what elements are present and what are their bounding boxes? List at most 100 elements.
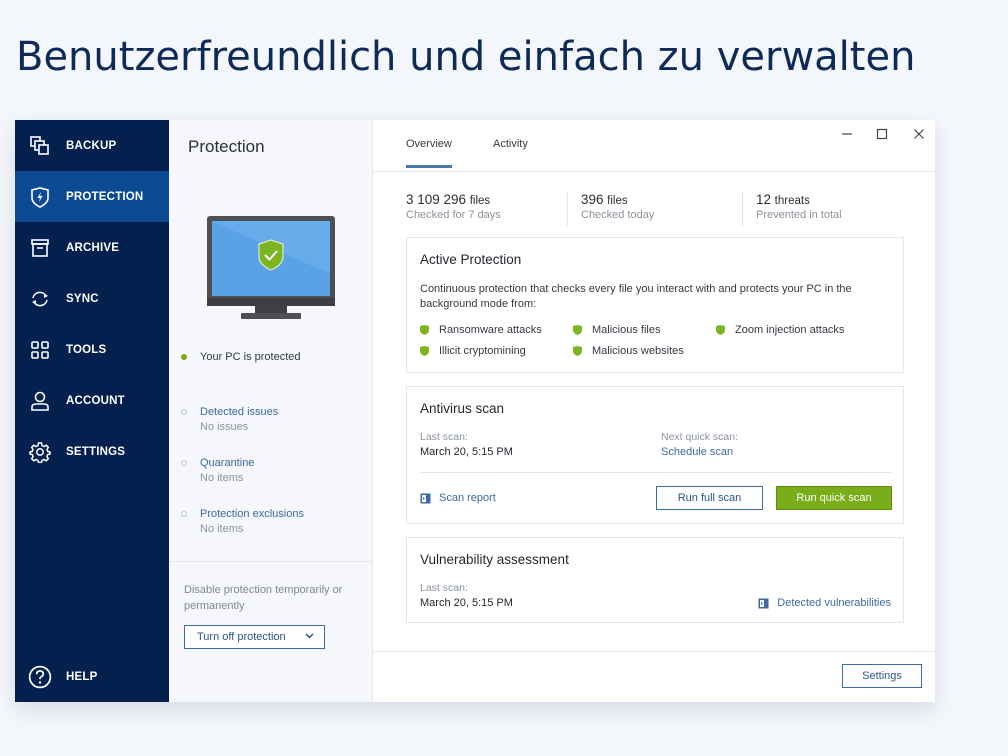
feature-label: Malicious files [592, 324, 661, 336]
report-icon [420, 493, 431, 503]
status-dot-icon [181, 354, 187, 360]
feature-item: Malicious files [573, 324, 660, 336]
sidebar-item-label: PROTECTION [66, 190, 144, 203]
exclusions-status: No items [200, 523, 244, 535]
shield-icon [716, 325, 725, 335]
feature-item: Zoom injection attacks [716, 324, 844, 336]
sidebar-item-label: SYNC [66, 292, 99, 305]
tab-activity[interactable]: Activity [493, 138, 528, 150]
stat-threats: 12 threats Prevented in total [756, 192, 842, 226]
card-title: Vulnerability assessment [420, 552, 569, 567]
overview-panel: Overview Activity 3 109 296 files Checke… [373, 120, 935, 702]
sidebar-item-account[interactable]: ACCOUNT [15, 375, 169, 426]
sidebar-item-tools[interactable]: TOOLS [15, 324, 169, 375]
turn-off-protection-dropdown[interactable]: Turn off protection [184, 625, 325, 649]
sidebar-item-archive[interactable]: ARCHIVE [15, 222, 169, 273]
exclusions-item: Protection exclusions No items [181, 508, 304, 535]
stat-value: 396 [581, 192, 604, 207]
close-icon [914, 129, 924, 139]
chevron-down-icon [305, 633, 314, 639]
card-title: Active Protection [420, 252, 522, 267]
sidebar-item-label: SETTINGS [66, 445, 126, 458]
grid-tools-icon [31, 340, 49, 359]
protection-exclusions-link[interactable]: Protection exclusions [200, 508, 304, 520]
last-scan-info: Last scan: March 20, 5:15 PM [420, 431, 513, 458]
shield-bolt-icon [31, 186, 49, 208]
disable-description: Disable protection temporarily or perman… [184, 584, 343, 612]
stats-row: 3 109 296 files Checked for 7 days 396 f… [406, 192, 906, 226]
detected-vulnerabilities-link[interactable]: Detected vulnerabilities [758, 597, 891, 609]
last-scan-label: Last scan: [420, 431, 468, 443]
stat-divider [567, 192, 568, 226]
antivirus-scan-card: Antivirus scan Last scan: March 20, 5:15… [406, 386, 904, 524]
stat-value: 3 109 296 [406, 192, 467, 207]
shield-icon [573, 325, 582, 335]
turn-off-label: Turn off protection [197, 631, 286, 643]
next-scan-info: Next quick scan: Schedule scan [661, 431, 738, 458]
feature-item: Ransomware attacks [420, 324, 542, 336]
gear-icon [29, 441, 51, 463]
last-scan-label: Last scan: [420, 582, 468, 594]
sidebar-item-label: ACCOUNT [66, 394, 125, 407]
scan-report-link[interactable]: Scan report [420, 492, 496, 504]
vulnerability-assessment-card: Vulnerability assessment Last scan: Marc… [406, 537, 904, 623]
monitor-shield-illustration [207, 216, 335, 319]
divider [420, 472, 892, 473]
minimize-button[interactable] [837, 124, 857, 144]
sidebar-item-label: ARCHIVE [66, 241, 120, 254]
backup-copy-icon [30, 135, 49, 155]
stat-unit: files [469, 195, 491, 207]
card-description: Continuous protection that checks every … [420, 283, 852, 310]
maximize-button[interactable] [872, 124, 892, 144]
tab-overview[interactable]: Overview [406, 138, 452, 168]
sidebar-item-settings[interactable]: SETTINGS [15, 426, 169, 477]
detected-issues-link[interactable]: Detected issues [200, 406, 278, 418]
shield-icon [573, 346, 582, 356]
sync-arrows-icon [32, 291, 48, 306]
sidebar-item-sync[interactable]: SYNC [15, 273, 169, 324]
feature-label: Ransomware attacks [439, 324, 542, 336]
bullet-circle-icon [181, 409, 187, 415]
quarantine-item: Quarantine No items [181, 457, 254, 484]
schedule-scan-link[interactable]: Schedule scan [661, 446, 738, 458]
maximize-icon [876, 128, 888, 140]
sidebar: BACKUP PROTECTION ARCHIVE SYNC TOOLS ACC… [15, 120, 169, 702]
bullet-circle-icon [181, 511, 187, 517]
shield-icon [420, 346, 429, 356]
detected-issues-item: Detected issues No issues [181, 406, 278, 433]
app-window: BACKUP PROTECTION ARCHIVE SYNC TOOLS ACC… [15, 120, 935, 702]
close-button[interactable] [909, 124, 929, 144]
protection-status: Your PC is protected [181, 351, 300, 363]
settings-button[interactable]: Settings [842, 664, 922, 688]
quarantine-link[interactable]: Quarantine [200, 457, 254, 469]
divider [169, 561, 372, 562]
card-title: Antivirus scan [420, 401, 505, 416]
page-headline: Benutzerfreundlich und einfach zu verwal… [16, 34, 916, 80]
stat-files-week: 3 109 296 files Checked for 7 days [406, 192, 501, 226]
protection-panel: Protection Your PC is protected Detected… [169, 120, 373, 702]
sidebar-item-backup[interactable]: BACKUP [15, 120, 169, 171]
stat-caption: Prevented in total [756, 209, 842, 221]
question-circle-icon [28, 665, 52, 688]
active-protection-card: Active Protection Continuous protection … [406, 237, 904, 373]
stat-caption: Checked for 7 days [406, 209, 501, 221]
feature-label: Illicit cryptomining [439, 345, 526, 357]
stat-caption: Checked today [581, 209, 655, 221]
shield-icon [420, 325, 429, 335]
sidebar-item-label: TOOLS [66, 343, 107, 356]
feature-item: Illicit cryptomining [420, 345, 526, 357]
scan-report-label: Scan report [439, 492, 496, 504]
sidebar-item-help[interactable]: HELP [15, 651, 169, 702]
sidebar-item-protection[interactable]: PROTECTION [15, 171, 169, 222]
run-quick-scan-button[interactable]: Run quick scan [776, 486, 892, 510]
feature-item: Malicious websites [573, 345, 684, 357]
vuln-last-scan-info: Last scan: March 20, 5:15 PM [420, 582, 513, 609]
detected-issues-status: No issues [200, 421, 249, 433]
user-icon [31, 391, 49, 411]
stat-unit: files [607, 195, 628, 207]
quarantine-status: No items [200, 472, 244, 484]
bullet-circle-icon [181, 460, 187, 466]
report-icon [758, 598, 769, 608]
footer-divider [373, 651, 935, 652]
run-full-scan-button[interactable]: Run full scan [656, 486, 763, 510]
